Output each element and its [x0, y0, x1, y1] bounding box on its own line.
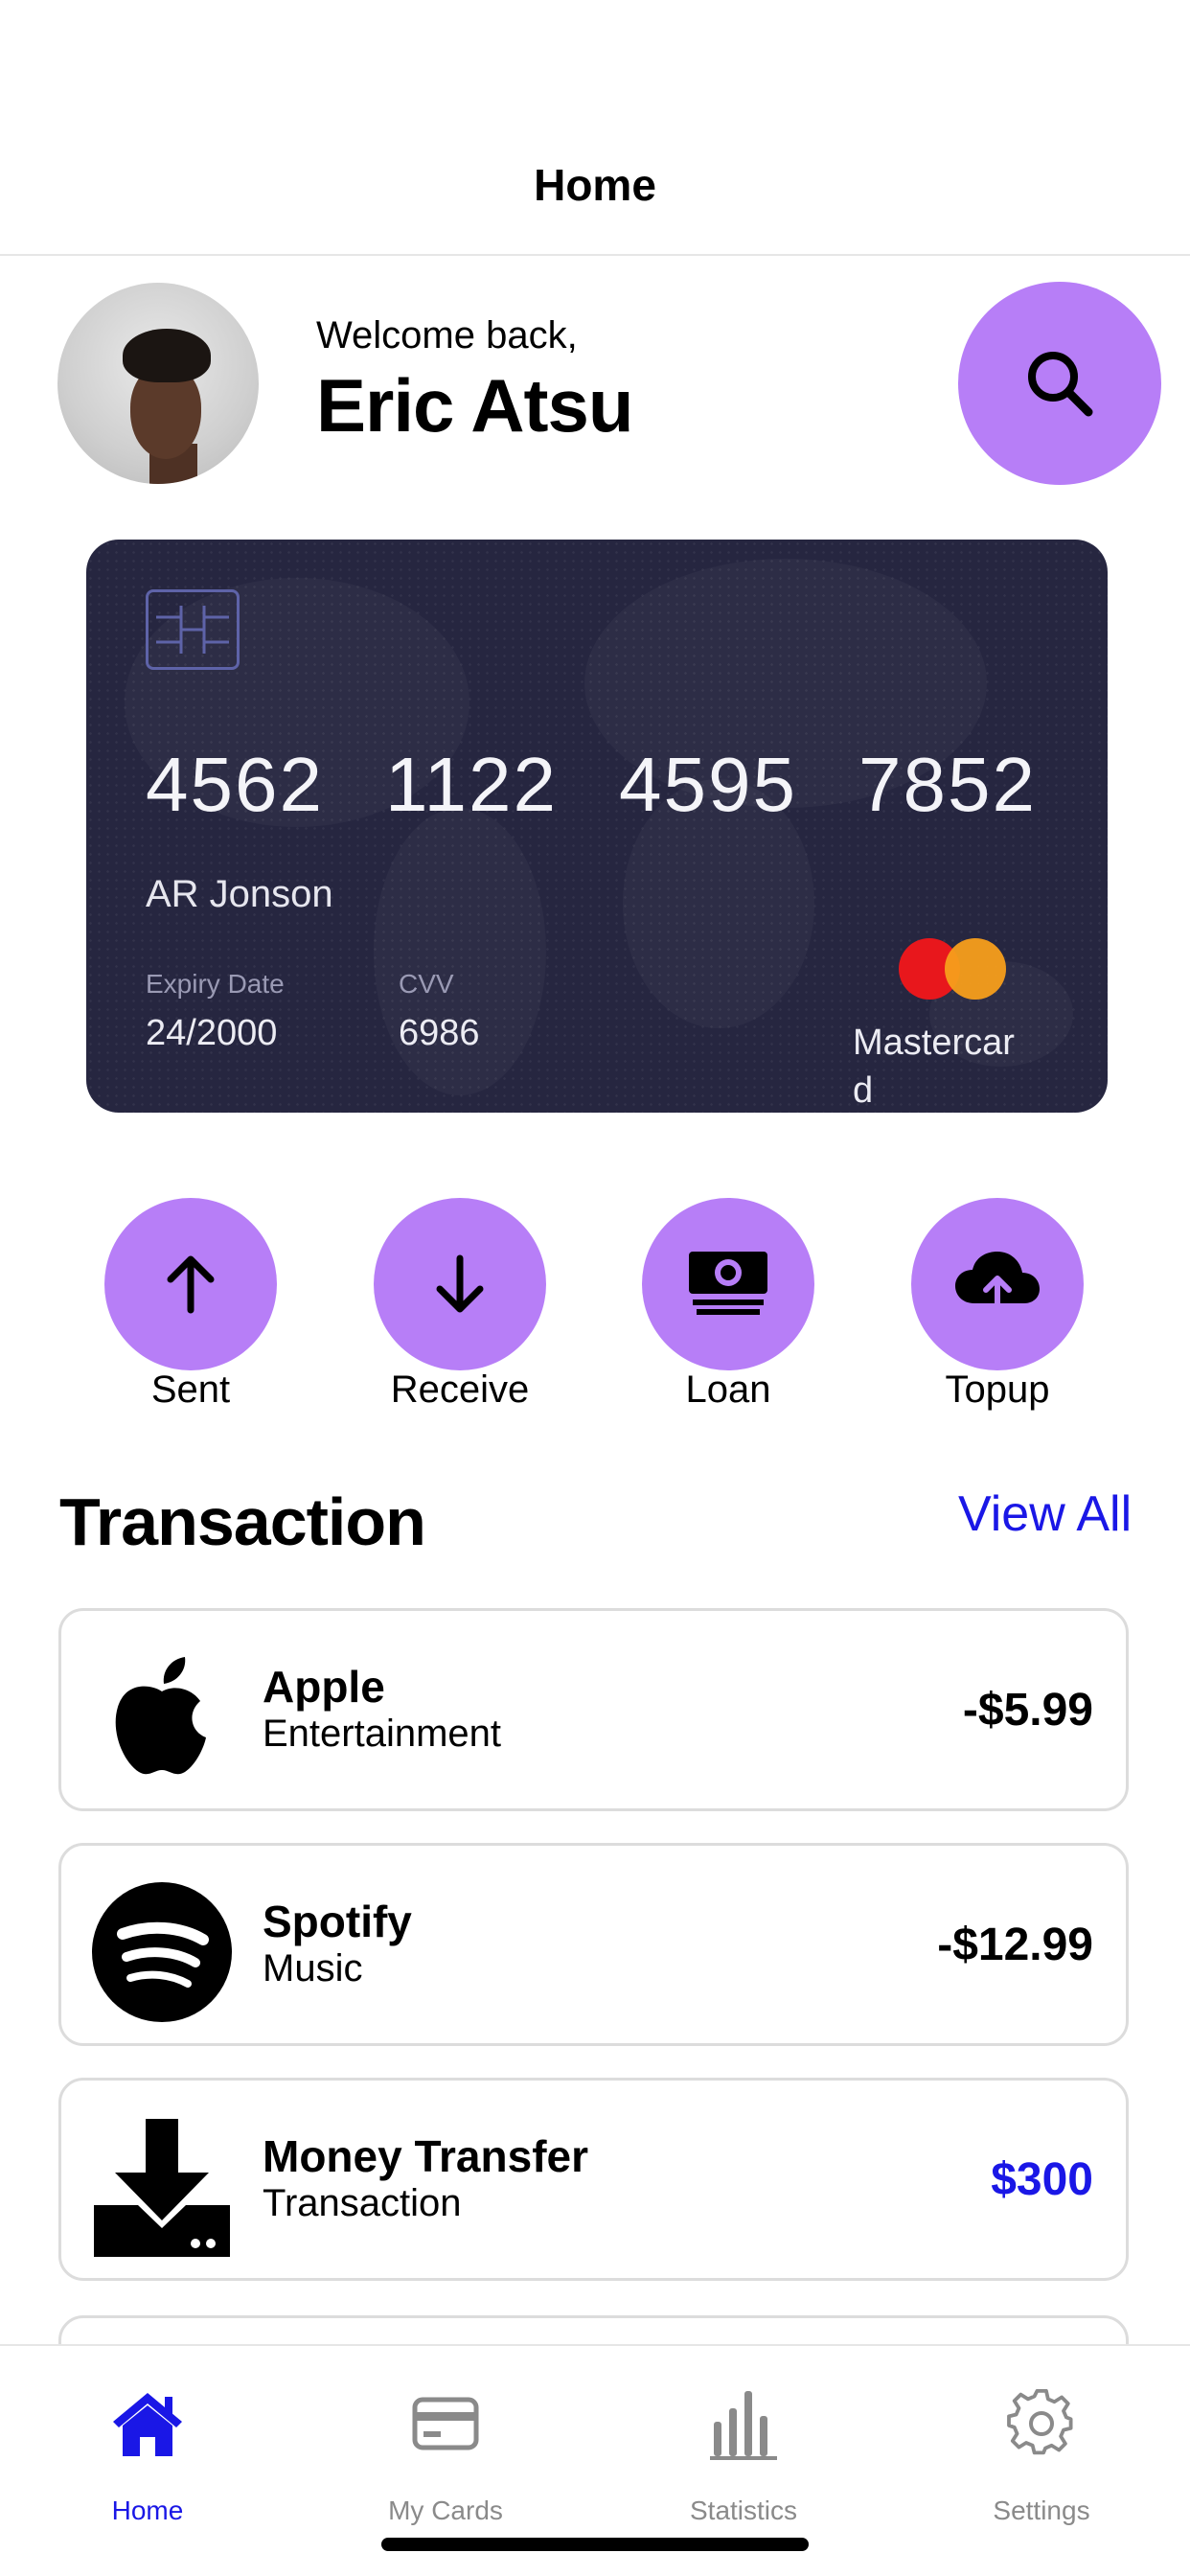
cloud-upload-icon	[955, 1252, 1040, 1320]
card-number-group: 7852	[858, 742, 1037, 827]
transaction-name: Spotify	[263, 1897, 412, 1946]
sent-button[interactable]	[104, 1198, 277, 1370]
page-title: Home	[534, 160, 656, 210]
transaction-amount: $300	[991, 2154, 1093, 2205]
home-icon	[100, 2380, 195, 2467]
tab-label: Home	[111, 2496, 184, 2525]
card-brand: Mastercard	[853, 1023, 1015, 1111]
transaction-item[interactable]: Apple Entertainment -$5.99	[58, 1608, 1129, 1811]
tab-statistics[interactable]: Statistics	[648, 2380, 839, 2525]
loan-action[interactable]: Loan	[623, 1198, 834, 1428]
transaction-item[interactable]: Money Transfer Transaction $300	[58, 2078, 1129, 2281]
bar-chart-icon	[696, 2380, 791, 2467]
tab-label: Statistics	[689, 2496, 798, 2525]
spotify-logo-icon	[90, 1880, 234, 2024]
receive-label: Receive	[390, 1368, 530, 1411]
view-all-link[interactable]: View All	[958, 1485, 1132, 1543]
sent-action[interactable]: Sent	[85, 1198, 296, 1428]
topup-button[interactable]	[911, 1198, 1084, 1370]
credit-card[interactable]: 4562 1122 4595 7852 AR Jonson Expiry Dat…	[86, 540, 1108, 1113]
transaction-item[interactable]: Spotify Music -$12.99	[58, 1843, 1129, 2046]
avatar[interactable]	[57, 283, 259, 484]
card-number-group: 1122	[384, 742, 559, 827]
home-screen: Home Welcome back, Eric Atsu 4562 1122 4…	[0, 0, 1190, 2576]
gear-icon	[994, 2380, 1089, 2467]
search-button[interactable]	[958, 282, 1161, 485]
transaction-name: Money Transfer	[263, 2131, 588, 2181]
search-icon	[1028, 352, 1093, 417]
transaction-amount: -$5.99	[962, 1685, 1093, 1736]
navigation-bar: Home	[0, 0, 1190, 256]
expiry-value: 24/2000	[146, 1013, 278, 1053]
tab-label: My Cards	[388, 2496, 503, 2525]
card-number-group: 4595	[619, 742, 797, 827]
welcome-text: Welcome back,	[316, 314, 578, 356]
apple-logo-icon	[90, 1645, 234, 1789]
card-number: 4562 1122 4595 7852	[146, 741, 1037, 829]
loan-label: Loan	[685, 1368, 771, 1411]
download-icon	[90, 2115, 234, 2259]
transaction-category: Transaction	[263, 2182, 462, 2224]
receive-button[interactable]	[374, 1198, 546, 1370]
transaction-section-title: Transaction	[59, 1484, 426, 1559]
transaction-amount: -$12.99	[937, 1920, 1093, 1970]
cvv-value: 6986	[399, 1013, 480, 1053]
card-chip-icon	[146, 589, 240, 670]
receive-action[interactable]: Receive	[355, 1198, 565, 1428]
tab-settings[interactable]: Settings	[946, 2380, 1137, 2525]
card-number-group: 4562	[146, 742, 324, 827]
mastercard-logo-icon	[945, 938, 1006, 1000]
home-indicator[interactable]	[381, 2538, 809, 2551]
tab-home[interactable]: Home	[52, 2380, 243, 2525]
loan-button[interactable]	[642, 1198, 814, 1370]
arrow-down-icon	[436, 1254, 484, 1313]
tab-my-cards[interactable]: My Cards	[350, 2380, 541, 2525]
transaction-name: Apple	[263, 1662, 385, 1712]
credit-card-icon	[398, 2380, 493, 2467]
sent-label: Sent	[150, 1368, 231, 1411]
transaction-category: Entertainment	[263, 1713, 502, 1755]
topup-action[interactable]: Topup	[892, 1198, 1103, 1428]
user-name: Eric Atsu	[316, 363, 634, 448]
card-holder-name: AR Jonson	[146, 873, 333, 915]
expiry-label: Expiry Date	[146, 969, 285, 999]
tab-label: Settings	[993, 2496, 1090, 2525]
topup-label: Topup	[945, 1368, 1050, 1411]
money-bill-icon	[689, 1252, 767, 1315]
transaction-category: Music	[263, 1947, 363, 1990]
arrow-up-icon	[167, 1255, 215, 1314]
cvv-label: CVV	[399, 969, 454, 999]
